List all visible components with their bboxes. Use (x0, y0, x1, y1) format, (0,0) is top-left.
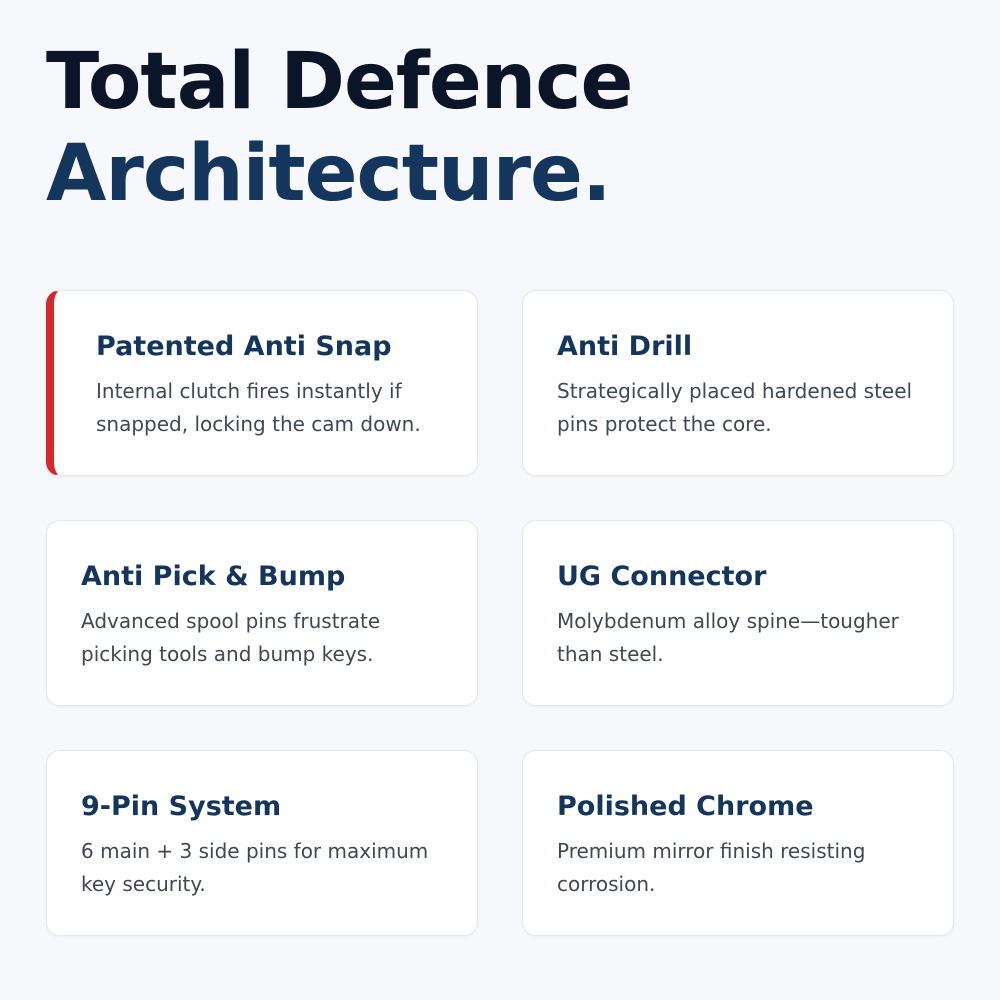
feature-description: Internal clutch fires instantly if snapp… (96, 379, 421, 436)
feature-card-9-pin-system: 9-Pin System 6 main + 3 side pins for ma… (46, 750, 478, 936)
headline-line-2: Architecture. (46, 129, 612, 219)
feature-card-anti-drill: Anti Drill Strategically placed hardened… (522, 290, 954, 476)
feature-title: UG Connector (557, 561, 767, 592)
page-headline: Total Defence Architecture. (46, 36, 633, 220)
feature-title: Anti Drill (557, 331, 693, 362)
headline-line-1: Total Defence (46, 37, 633, 127)
feature-card-ug-connector: UG Connector Molybdenum alloy spine—toug… (522, 520, 954, 706)
feature-card-polished-chrome: Polished Chrome Premium mirror finish re… (522, 750, 954, 936)
feature-grid: Patented Anti Snap Internal clutch fires… (46, 290, 954, 936)
feature-title: Polished Chrome (557, 791, 814, 822)
feature-description: Advanced spool pins frustrate picking to… (81, 609, 381, 666)
feature-title: Patented Anti Snap (96, 331, 392, 362)
feature-title: Anti Pick & Bump (81, 561, 346, 592)
feature-title: 9-Pin System (81, 791, 282, 822)
feature-description: Strategically placed hardened steel pins… (557, 379, 913, 436)
feature-card-anti-pick-bump: Anti Pick & Bump Advanced spool pins fru… (46, 520, 478, 706)
feature-description: Premium mirror finish resisting corrosio… (557, 839, 866, 896)
feature-card-anti-snap: Patented Anti Snap Internal clutch fires… (46, 290, 478, 476)
feature-description: Molybdenum alloy spine—tougher than stee… (557, 609, 899, 666)
feature-description: 6 main + 3 side pins for maximum key sec… (81, 839, 429, 896)
